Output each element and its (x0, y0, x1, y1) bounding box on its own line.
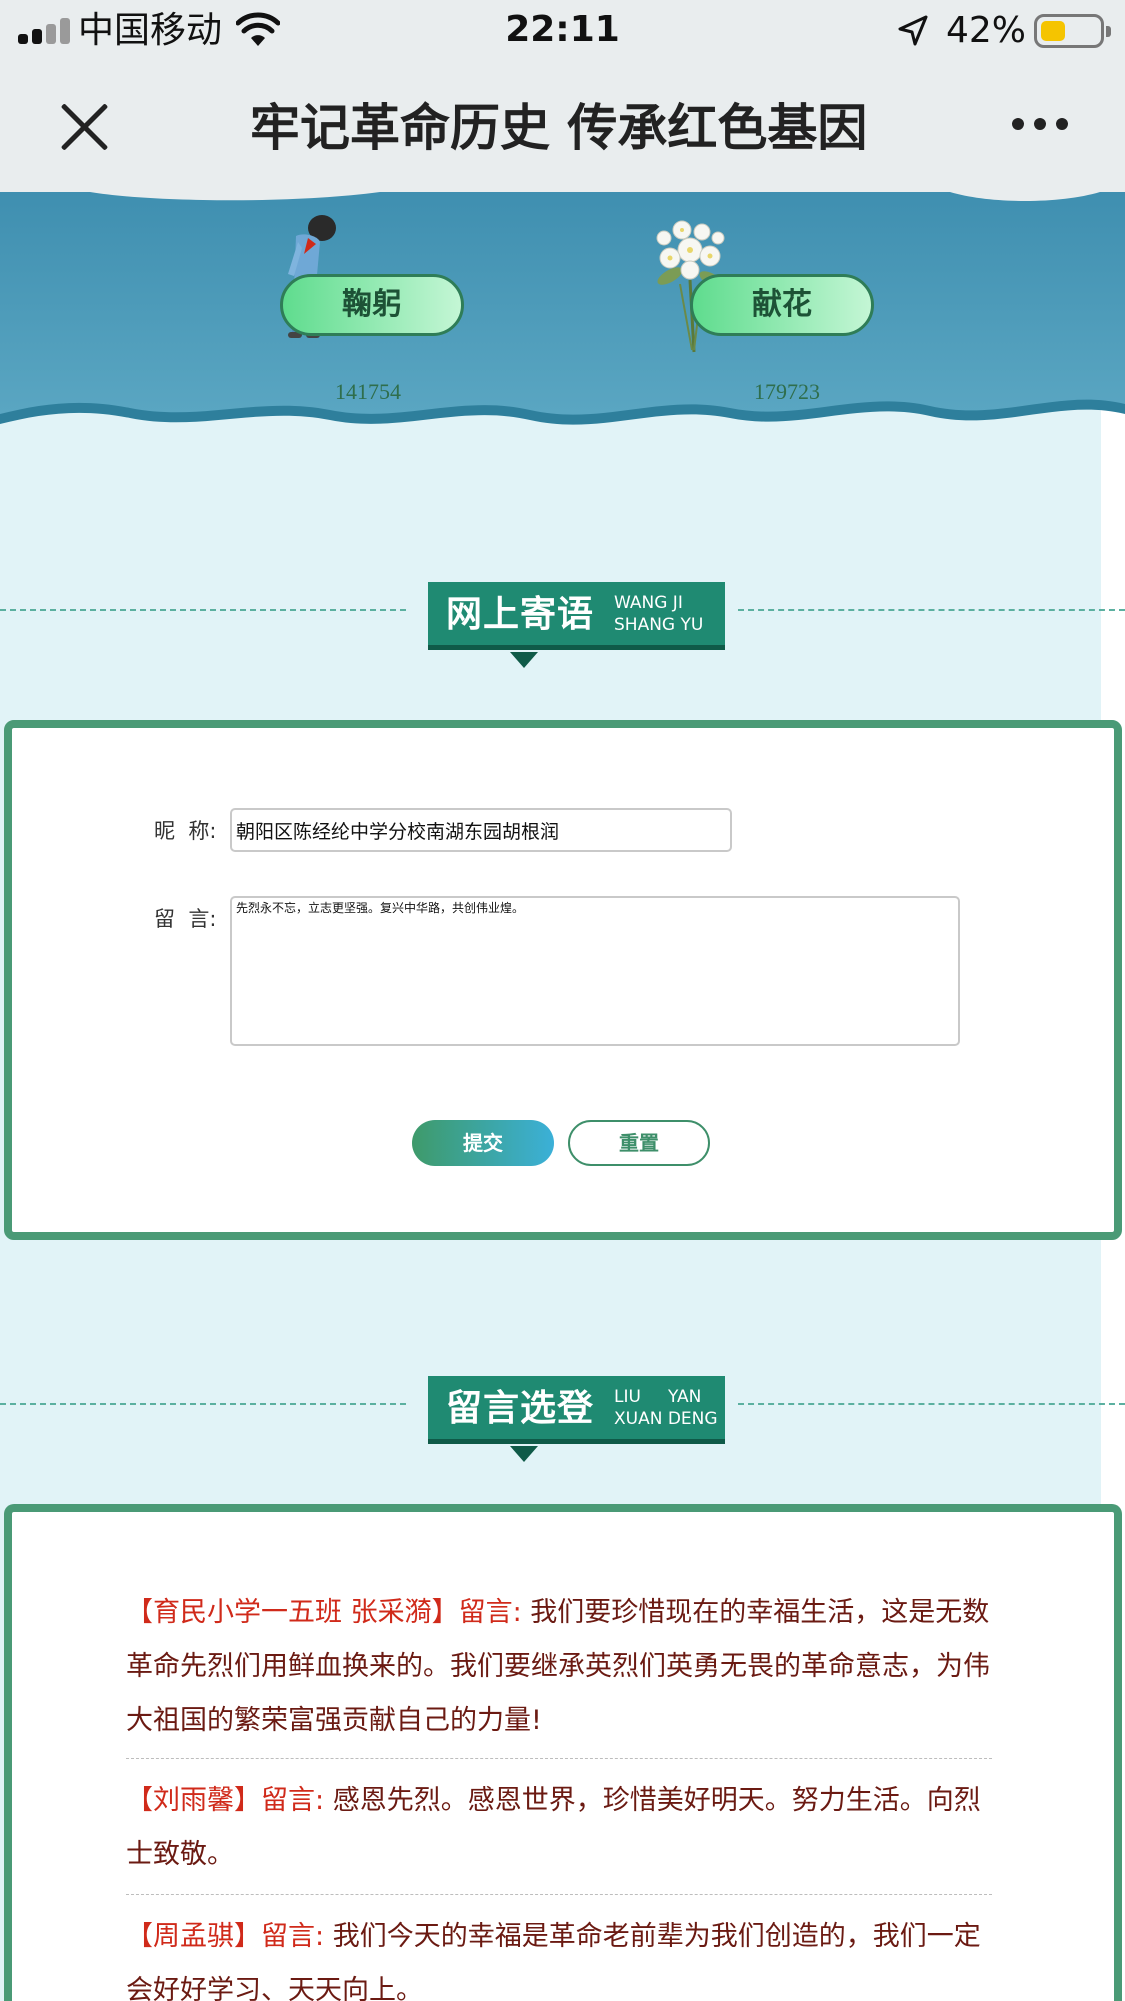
battery-percent: 42% (946, 10, 1027, 51)
message-author: 【周孟骐】留言: (126, 1921, 325, 1952)
selected-messages-banner: 留言选登 LIU YAN XUAN DENG (428, 1376, 725, 1444)
message-form: 昵 称: 留 言: 先烈永不忘，立志更坚强。复兴中华路，共创伟业煌。 提交 重置 (4, 720, 1122, 1240)
selected-messages-title: 留言选登 (446, 1387, 595, 1429)
guestbook-header: 网上寄语 WANG JI SHANG YU (0, 582, 1125, 674)
message-divider (126, 1758, 992, 1759)
selected-messages-pinyin: LIU YAN XUAN DENG (614, 1386, 724, 1430)
close-icon[interactable] (58, 100, 112, 154)
flower-count: 179723 (754, 379, 820, 404)
battery-icon (1034, 14, 1111, 48)
divider-left (0, 1403, 406, 1405)
memorial-section: 鞠躬 141754 献花 179723 (0, 192, 1125, 442)
location-arrow-icon (898, 15, 928, 46)
bow-button[interactable]: 鞠躬 (280, 274, 464, 336)
banner-tail (510, 1446, 538, 1462)
wave-background (0, 192, 1125, 425)
status-bar: 中国移动 22:11 42% (0, 0, 1125, 62)
message-item: 【刘雨馨】留言: 感恩先烈。感恩世界，珍惜美好明天。努力生活。向烈士致敬。 (126, 1774, 992, 1882)
title-bar: 牢记革命历史 传承红色基因 (0, 62, 1125, 192)
nickname-input[interactable] (230, 808, 732, 852)
submit-button[interactable]: 提交 (412, 1120, 554, 1166)
nickname-label: 昵 称: (154, 819, 217, 843)
reset-button[interactable]: 重置 (568, 1120, 710, 1166)
content-area: 鞠躬 141754 献花 179723 网上寄语 WANG JI SHANG Y… (0, 192, 1125, 2001)
bow-count: 141754 (335, 379, 401, 404)
message-author: 【刘雨馨】留言: (126, 1785, 325, 1816)
divider-right (738, 609, 1125, 611)
guestbook-pinyin: WANG JI SHANG YU (614, 592, 724, 636)
page-title: 牢记革命历史 传承红色基因 (250, 99, 868, 157)
message-item: 【育民小学一五班 张采漪】留言: 我们要珍惜现在的幸福生活，这是无数革命先烈们用… (126, 1586, 992, 1748)
message-item: 【周孟骐】留言: 我们今天的幸福是革命老前辈为我们创造的，我们一定会好好学习、天… (126, 1910, 992, 2001)
divider-right (738, 1403, 1125, 1405)
message-label: 留 言: (154, 907, 217, 931)
banner-tail (510, 652, 538, 668)
guestbook-pinyin-line2: SHANG YU (614, 615, 704, 635)
selected-pinyin-line1: LIU YAN (614, 1387, 702, 1407)
more-dots-icon[interactable] (1012, 118, 1068, 132)
flower-button[interactable]: 献花 (690, 274, 874, 336)
guestbook-pinyin-line1: WANG JI (614, 593, 683, 613)
bow-button-label: 鞠躬 (342, 287, 402, 322)
flower-button-label: 献花 (752, 287, 812, 322)
selected-pinyin-line2: XUAN DENG (614, 1409, 718, 1429)
message-textarea[interactable]: 先烈永不忘，立志更坚强。复兴中华路，共创伟业煌。 (230, 896, 960, 1046)
guestbook-banner: 网上寄语 WANG JI SHANG YU (428, 582, 725, 650)
guestbook-title: 网上寄语 (446, 593, 595, 635)
message-author: 【育民小学一五班 张采漪】留言: (126, 1597, 522, 1628)
divider-left (0, 609, 406, 611)
message-divider (126, 1894, 992, 1895)
selected-messages-header: 留言选登 LIU YAN XUAN DENG (0, 1376, 1125, 1468)
